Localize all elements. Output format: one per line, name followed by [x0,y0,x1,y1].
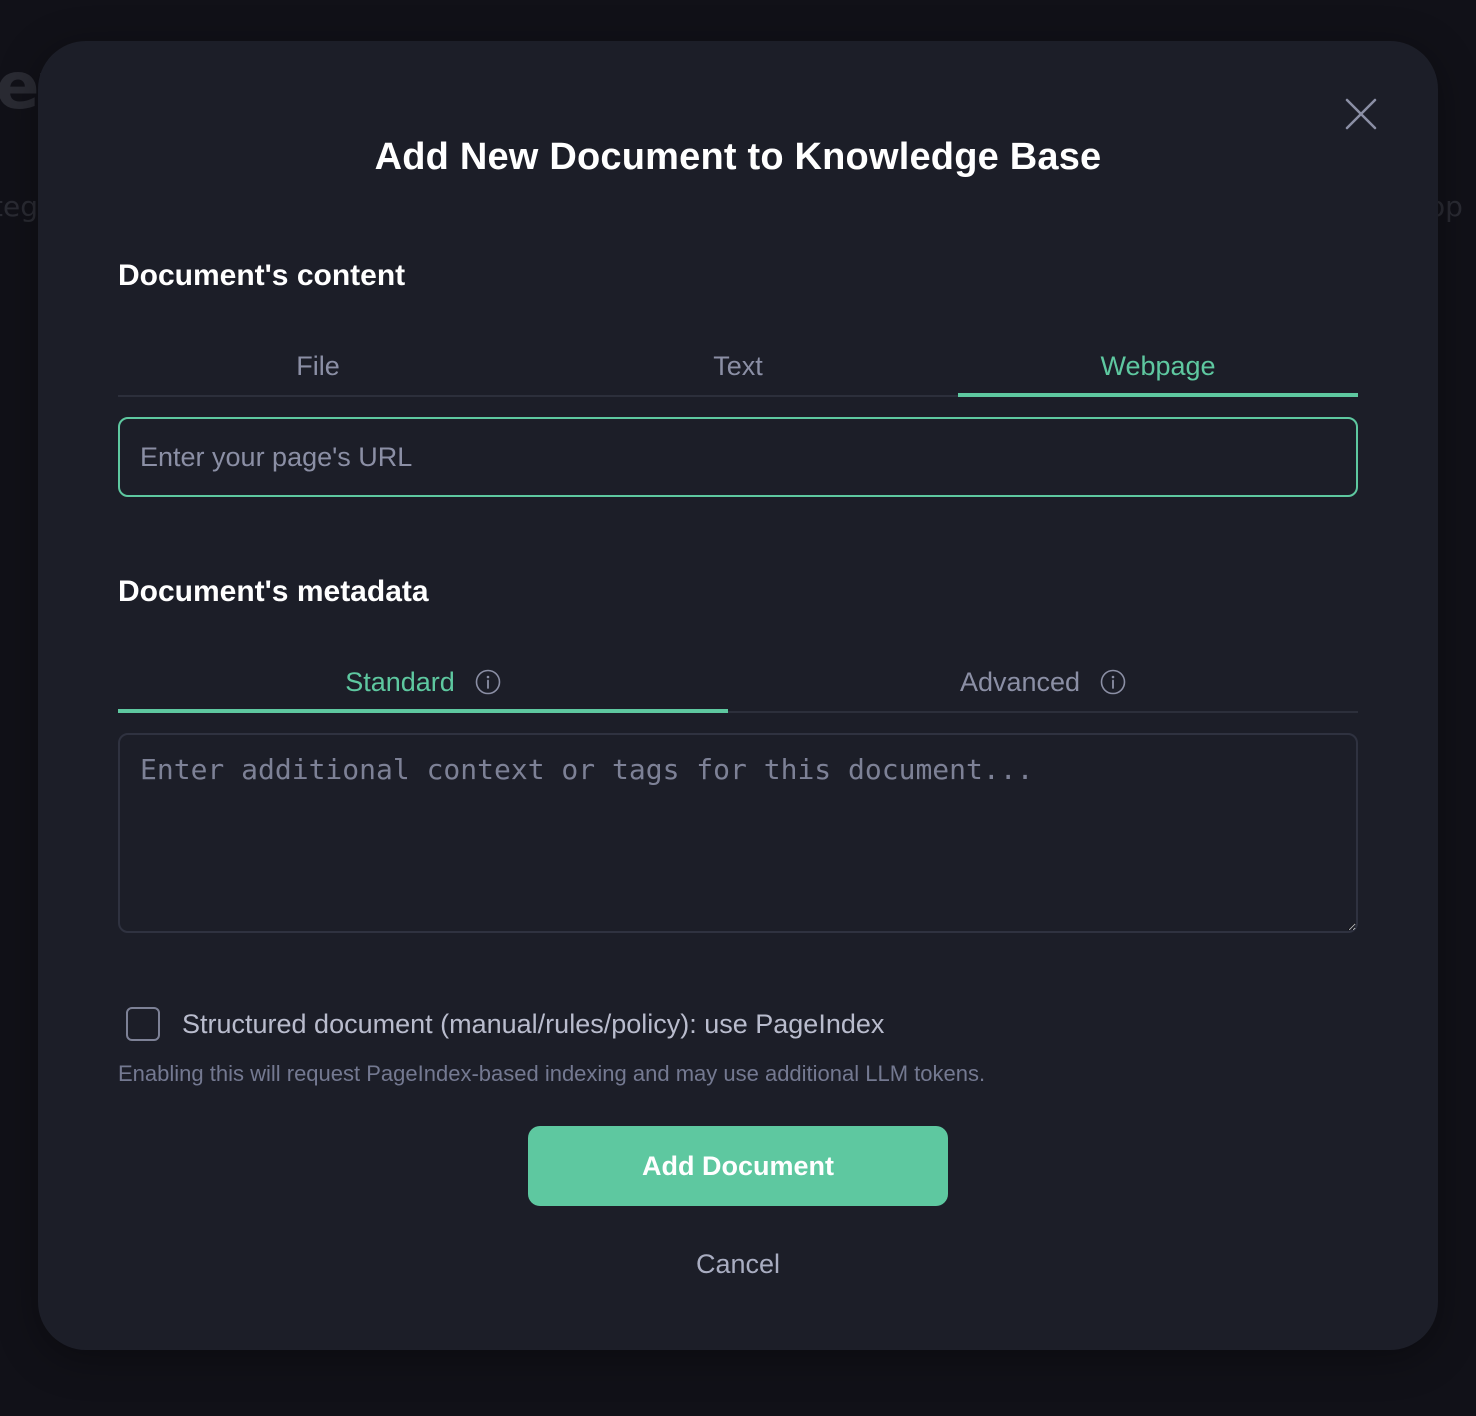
close-icon [1345,98,1377,130]
metadata-section-heading: Document's metadata [118,575,429,608]
metadata-tabs: Standard Advanced [118,653,1358,713]
add-document-button[interactable]: Add Document [528,1126,948,1206]
cancel-button[interactable]: Cancel [38,1249,1438,1280]
tab-advanced[interactable]: Advanced [728,653,1358,711]
add-document-modal: Add New Document to Knowledge Base Docum… [38,41,1438,1350]
tab-text[interactable]: Text [518,337,958,395]
tab-advanced-label: Advanced [959,666,1081,697]
url-input[interactable] [118,417,1358,497]
structured-document-label[interactable]: Structured document (manual/rules/policy… [182,1009,884,1040]
modal-title: Add New Document to Knowledge Base [374,136,1102,178]
background-text-fragment-left: teg [0,190,38,223]
metadata-textarea[interactable] [118,733,1358,933]
tab-standard-label: Standard [345,666,455,697]
content-section-heading: Document's content [118,259,406,292]
structured-document-checkbox[interactable] [126,1007,160,1041]
info-icon[interactable] [475,669,501,695]
info-icon[interactable] [1100,669,1126,695]
tab-standard[interactable]: Standard [118,653,728,713]
tab-webpage[interactable]: Webpage [958,337,1358,397]
content-source-tabs: File Text Webpage [118,337,1358,397]
tab-file[interactable]: File [118,337,518,395]
structured-document-option: Structured document (manual/rules/policy… [126,1007,884,1041]
pageindex-hint: Enabling this will request PageIndex-bas… [118,1061,986,1086]
close-button[interactable] [1338,91,1384,137]
